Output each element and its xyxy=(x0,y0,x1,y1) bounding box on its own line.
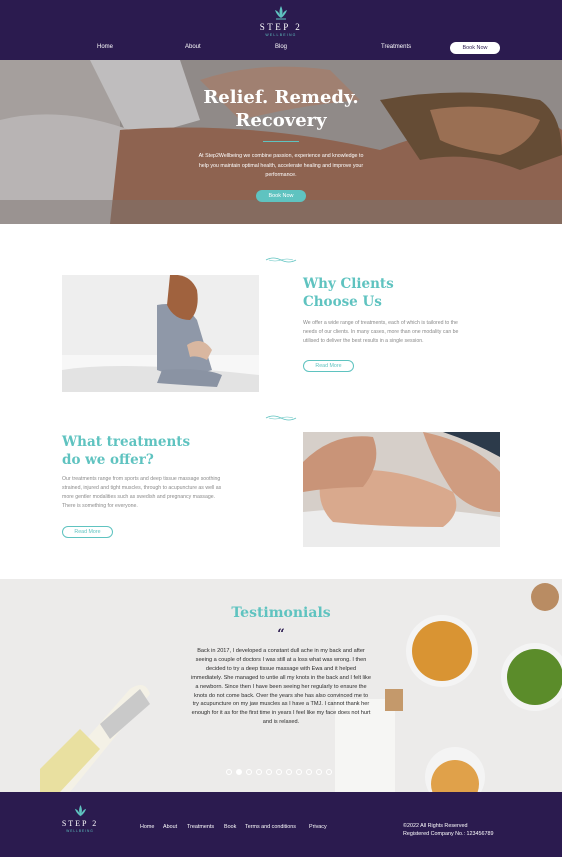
footer-logo[interactable]: STEP 2 WELLBEING xyxy=(58,804,102,833)
why-read-more-button[interactable]: Read More xyxy=(303,360,354,372)
nav-home[interactable]: Home xyxy=(97,44,113,50)
logo-tagline: WELLBEING xyxy=(265,33,297,37)
carousel-dot[interactable] xyxy=(306,769,312,775)
carousel-dot[interactable] xyxy=(286,769,292,775)
copyright-text: ©2022 All Rights Reserved xyxy=(403,823,468,829)
treatments-title-line2: do we offer? xyxy=(62,452,154,468)
hero-title-line2: Recovery xyxy=(235,110,327,131)
footer-link-privacy[interactable]: Privacy xyxy=(309,824,327,830)
carousel-dot[interactable] xyxy=(296,769,302,775)
why-description: We offer a wide range of treatments, eac… xyxy=(303,320,459,344)
nav-blog[interactable]: Blog xyxy=(275,44,287,50)
hero-description: At Step2Wellbeing we combine passion, ex… xyxy=(198,153,364,178)
testimonials-section: Testimonials “ Back in 2017, I developed… xyxy=(0,579,562,792)
testimonials-title: Testimonials xyxy=(231,605,331,621)
carousel-dots xyxy=(226,769,332,775)
carousel-dot[interactable] xyxy=(266,769,272,775)
flourish-ornament xyxy=(265,257,297,263)
footer-link-treatments[interactable]: Treatments xyxy=(187,824,214,830)
acupuncture-hands-photo xyxy=(303,432,500,547)
carousel-dot[interactable] xyxy=(246,769,252,775)
treatments-description: Our treatments range from sports and dee… xyxy=(62,476,222,509)
treatments-title-line1: What treatments xyxy=(62,434,191,450)
hero-book-now-button[interactable]: Book Now xyxy=(256,190,306,202)
carousel-dot[interactable] xyxy=(236,769,242,775)
lotus-icon xyxy=(275,6,287,20)
logo-wordmark: STEP 2 xyxy=(259,22,303,32)
quote-icon: “ xyxy=(277,627,285,642)
header-book-now-button[interactable]: Book Now xyxy=(450,42,500,54)
treatments-read-more-button[interactable]: Read More xyxy=(62,526,113,538)
site-header: STEP 2 WELLBEING Home About Blog Treatme… xyxy=(0,0,562,60)
header-logo[interactable]: STEP 2 WELLBEING xyxy=(252,5,310,37)
nav-about[interactable]: About xyxy=(185,44,201,50)
flourish-ornament-2 xyxy=(265,415,297,421)
company-number: Registered Company No.: 123456789 xyxy=(403,830,494,837)
carousel-dot[interactable] xyxy=(226,769,232,775)
lotus-icon xyxy=(74,804,86,817)
site-footer: STEP 2 WELLBEING Home About Treatments B… xyxy=(0,792,562,857)
carousel-dot[interactable] xyxy=(326,769,332,775)
why-title-line2: Choose Us xyxy=(303,294,382,310)
footer-link-about[interactable]: About xyxy=(163,824,177,830)
footer-logo-wordmark: STEP 2 xyxy=(61,819,99,828)
why-title-line1: Why Clients xyxy=(303,276,394,292)
back-pain-image xyxy=(62,275,259,392)
footer-logo-tagline: WELLBEING xyxy=(66,829,94,833)
footer-link-terms[interactable]: Terms and conditions xyxy=(245,824,296,830)
woman-back-pain-photo xyxy=(62,275,259,392)
carousel-dot[interactable] xyxy=(256,769,262,775)
footer-link-book[interactable]: Book xyxy=(224,824,236,830)
hero-divider xyxy=(263,141,299,142)
acupuncture-image xyxy=(303,432,500,547)
hero-banner: Relief. Remedy. Recovery At Step2Wellbei… xyxy=(0,60,562,224)
nav-treatments[interactable]: Treatments xyxy=(381,44,411,50)
carousel-dot[interactable] xyxy=(316,769,322,775)
carousel-dot[interactable] xyxy=(276,769,282,775)
footer-link-home[interactable]: Home xyxy=(140,824,154,830)
testimonial-quote: Back in 2017, I developed a constant dul… xyxy=(191,648,371,726)
hero-title-line1: Relief. Remedy. xyxy=(203,87,359,108)
footer-copyright: ©2022 All Rights Reserved Registered Com… xyxy=(403,823,494,838)
